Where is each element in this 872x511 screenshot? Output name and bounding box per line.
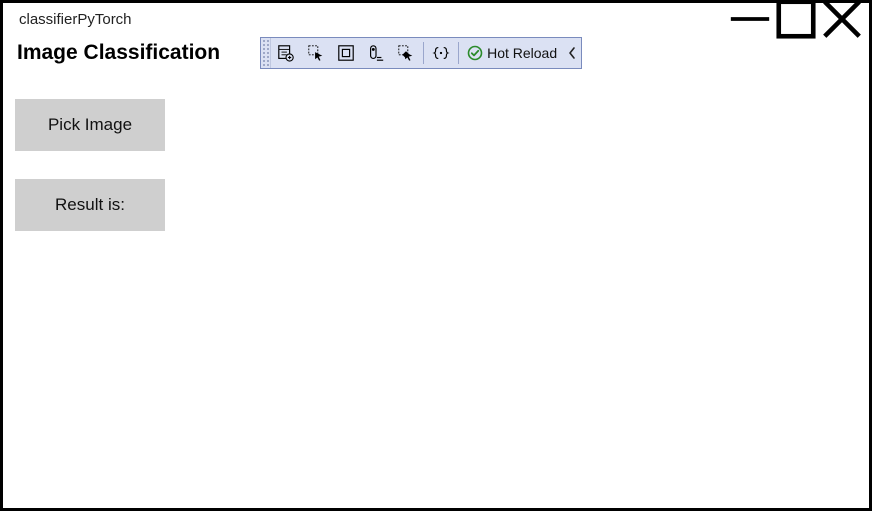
minimize-button[interactable] (727, 4, 773, 34)
toolbar-separator (423, 42, 424, 64)
toolbar-separator (458, 42, 459, 64)
select-element-icon (307, 44, 325, 62)
braces-button[interactable] (426, 38, 456, 68)
pick-image-button[interactable]: Pick Image (15, 99, 165, 151)
close-button[interactable] (819, 4, 865, 34)
page-title: Image Classification (15, 41, 220, 65)
window-controls (727, 4, 865, 34)
result-label: Result is: (15, 179, 165, 231)
app-window: classifierPyTorch Image Classification (0, 0, 872, 511)
window-title: classifierPyTorch (19, 11, 727, 28)
header-row: Image Classification (15, 35, 857, 71)
visual-tree-icon (277, 44, 295, 62)
xaml-binding-icon (397, 44, 415, 62)
braces-icon (432, 44, 450, 62)
chevron-left-icon (567, 46, 577, 60)
toolbar-overflow-button[interactable] (563, 38, 581, 68)
track-focus-icon (367, 44, 385, 62)
content-area: Image Classification (3, 35, 869, 508)
titlebar: classifierPyTorch (3, 3, 869, 35)
toolbar-grip[interactable] (261, 38, 271, 68)
xaml-binding-button[interactable] (391, 38, 421, 68)
debug-toolbar: Hot Reload (260, 37, 582, 69)
maximize-button[interactable] (773, 4, 819, 34)
select-element-button[interactable] (301, 38, 331, 68)
visual-tree-button[interactable] (271, 38, 301, 68)
layout-adorners-icon (337, 44, 355, 62)
layout-adorners-button[interactable] (331, 38, 361, 68)
check-circle-icon (467, 45, 483, 61)
hot-reload-label: Hot Reload (487, 45, 557, 61)
track-focus-button[interactable] (361, 38, 391, 68)
hot-reload-button[interactable]: Hot Reload (461, 38, 563, 68)
